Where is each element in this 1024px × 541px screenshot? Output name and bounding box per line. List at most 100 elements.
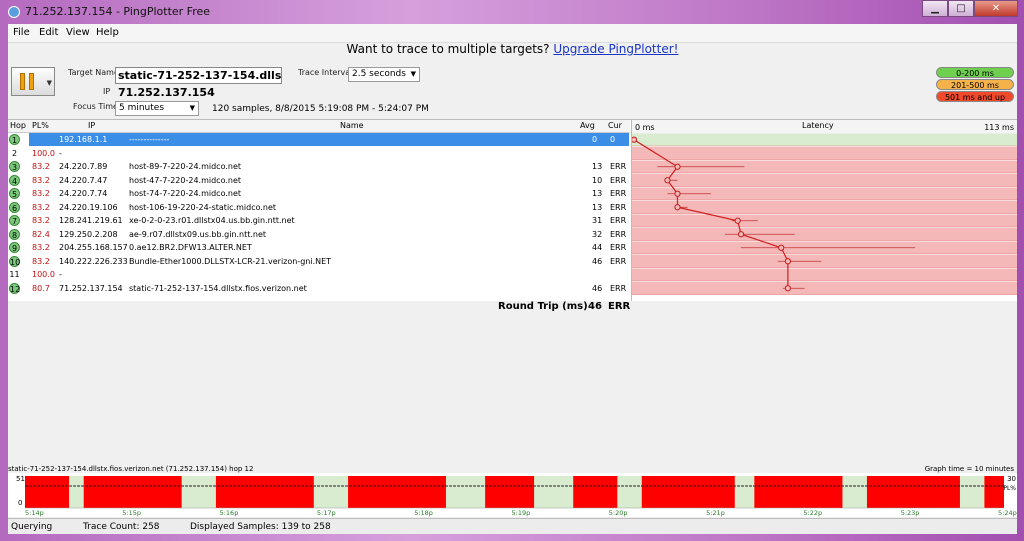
hop-name: host-106-19-220-24-static.midco.net	[129, 202, 277, 212]
latency-row-band	[632, 255, 1017, 268]
legend-0-200: 0-200 ms	[936, 67, 1014, 78]
menu-file[interactable]: File	[13, 27, 30, 38]
ip-label: IP	[103, 87, 111, 96]
latency-row-band	[632, 282, 1017, 295]
hop-avg: 46	[592, 256, 603, 266]
hop-ip: -	[59, 148, 62, 158]
table-row[interactable]: 12 80.7 71.252.137.154 static-71-252-137-15…	[8, 282, 630, 296]
hop-name: host-74-7-220-24.midco.net	[129, 189, 241, 198]
round-trip-avg: 46	[588, 301, 602, 312]
menu-edit[interactable]: Edit	[39, 27, 58, 38]
hop-avg: 31	[592, 216, 603, 225]
history-time-label: 5:16p	[220, 509, 239, 517]
latency-point	[737, 231, 745, 238]
history-graph[interactable]: 51 0 30 PL% 5:14p 5:15p 5:16p 5:17p 5:18p 5:1…	[8, 473, 1017, 517]
table-row[interactable]: 9 83.2 204.255.168.157 0.ae12.BR2.DFW13.ALT…	[8, 241, 630, 255]
hop-name: 0.ae12.BR2.DFW13.ALTER.NET	[129, 243, 252, 252]
table-row[interactable]: 3 83.2 24.220.7.89 host-89-7-220-24.midco.n…	[8, 160, 630, 174]
hop-ip: 71.252.137.154	[59, 283, 123, 293]
col-hop[interactable]: Hop	[10, 121, 26, 130]
history-time-label: 5:24p	[998, 509, 1017, 517]
focus-time-label: Focus Time	[73, 102, 118, 111]
hop-number: 9	[9, 242, 20, 253]
table-row[interactable]: 2 100.0-	[8, 147, 630, 161]
table-row[interactable]: 7 83.2 128.241.219.61 xe-0-2-0-23.r01.dllst…	[8, 214, 630, 228]
focus-time-value: 5 minutes	[119, 103, 165, 113]
latency-point	[784, 258, 791, 265]
table-row[interactable]: 4 83.2 24.220.7.47 host-47-7-220-24.midco.n…	[8, 174, 630, 188]
hop-ip: 140.222.226.233	[59, 256, 128, 266]
col-avg[interactable]: Avg	[580, 121, 595, 130]
hop-name: Bundle-Ether1000.DLLSTX-LCR-21.verizon-g…	[129, 256, 332, 266]
minimize-button[interactable]: ▁	[922, 0, 948, 17]
empty-area	[8, 313, 1017, 463]
packet-loss: 83.2	[32, 189, 50, 198]
packet-loss: 80.7	[32, 283, 50, 293]
col-ip[interactable]: IP	[88, 121, 95, 130]
col-pl[interactable]: PL%	[32, 121, 49, 130]
trace-interval-label: Trace Interval	[298, 68, 353, 77]
col-cur[interactable]: Cur	[608, 121, 622, 130]
menu-bar: File Edit View Help	[8, 24, 1017, 43]
pause-button[interactable]: ▼	[11, 67, 55, 96]
focus-time-select[interactable]: 5 minutes ▼	[115, 101, 199, 116]
history-loss-bar	[866, 476, 960, 508]
trace-table: Hop PL% IP Name Avg Cur 1 192.168.1.1 ----…	[8, 119, 1017, 301]
latency-row-band	[632, 201, 1017, 214]
upgrade-banner: Want to trace to multiple targets? Upgra…	[8, 42, 1017, 56]
round-trip-row: Round Trip (ms) 46 ERR	[8, 300, 630, 312]
latency-point	[674, 190, 681, 197]
history-time-label: 5:22p	[803, 509, 822, 517]
maximize-button[interactable]: □	[948, 0, 974, 17]
latency-row-band	[632, 214, 1017, 227]
hop-number: 7	[9, 215, 20, 226]
latency-point	[674, 163, 681, 170]
hop-ip: 24.220.7.47	[59, 175, 108, 185]
hop-avg: 44	[592, 243, 603, 252]
history-time-label: 5:17p	[317, 509, 336, 517]
round-trip-cur: ERR	[608, 301, 631, 312]
hop-number: 5	[9, 188, 20, 199]
latency-point	[664, 177, 671, 184]
history-time-label: 5:20p	[609, 509, 628, 517]
dropdown-arrow-icon[interactable]: ▼	[47, 79, 52, 87]
col-name[interactable]: Name	[340, 121, 364, 130]
hop-name: --------------	[129, 135, 170, 144]
packet-loss: 83.2	[32, 256, 50, 266]
latency-point	[784, 285, 791, 292]
target-name-input[interactable]: static-71-252-137-154.dllstx.fios	[115, 67, 282, 84]
hop-cur: ERR	[610, 229, 627, 239]
hop-name: host-47-7-220-24.midco.net	[129, 175, 241, 185]
menu-view[interactable]: View	[66, 27, 90, 38]
history-loss-bar	[641, 476, 735, 508]
trace-interval-value: 2.5 seconds	[352, 69, 406, 79]
samples-info: 120 samples, 8/8/2015 5:19:08 PM - 5:24:…	[212, 104, 429, 114]
hop-name: ae-9.r07.dllstx09.us.bb.gin.ntt.net	[129, 229, 267, 239]
hop-cur: ERR	[610, 175, 627, 185]
banner-text: Want to trace to multiple targets?	[346, 42, 550, 56]
packet-loss: 83.2	[32, 243, 50, 252]
hop-ip: 129.250.2.208	[59, 229, 118, 239]
hop-cur: ERR	[610, 283, 627, 293]
status-trace-count: Trace Count: 258	[83, 522, 160, 532]
table-row[interactable]: 8 82.4 129.250.2.208 ae-9.r07.dllstx09.us.b…	[8, 228, 630, 242]
table-row[interactable]: 11 100.0-	[8, 268, 630, 282]
packet-loss: 100.0	[32, 270, 55, 279]
hop-ip: 204.255.168.157	[59, 243, 128, 252]
table-row[interactable]: 10 83.2 140.222.226.233 Bundle-Ether1000.DL…	[8, 255, 630, 269]
upgrade-link[interactable]: Upgrade PingPlotter!	[553, 42, 678, 56]
hop-avg: 46	[592, 283, 603, 293]
table-row[interactable]: 6 83.2 24.220.19.106 host-106-19-220-24-sta…	[8, 201, 630, 215]
table-row[interactable]: 5 83.2 24.220.7.74 host-74-7-220-24.midco.n…	[8, 187, 630, 201]
history-loss-bar	[83, 476, 182, 508]
history-time-label: 5:21p	[706, 509, 725, 517]
latency-chart	[632, 133, 1017, 295]
latency-row-band	[632, 228, 1017, 241]
menu-help[interactable]: Help	[96, 27, 119, 38]
hop-ip: 128.241.219.61	[59, 216, 123, 225]
table-header: Hop PL% IP Name Avg Cur	[8, 120, 630, 133]
pingplotter-icon	[8, 6, 20, 18]
trace-interval-select[interactable]: 2.5 seconds ▼	[348, 67, 420, 82]
table-row[interactable]: 1 192.168.1.1 -------------- 0 0	[8, 133, 630, 147]
close-button[interactable]: ✕	[974, 0, 1018, 17]
